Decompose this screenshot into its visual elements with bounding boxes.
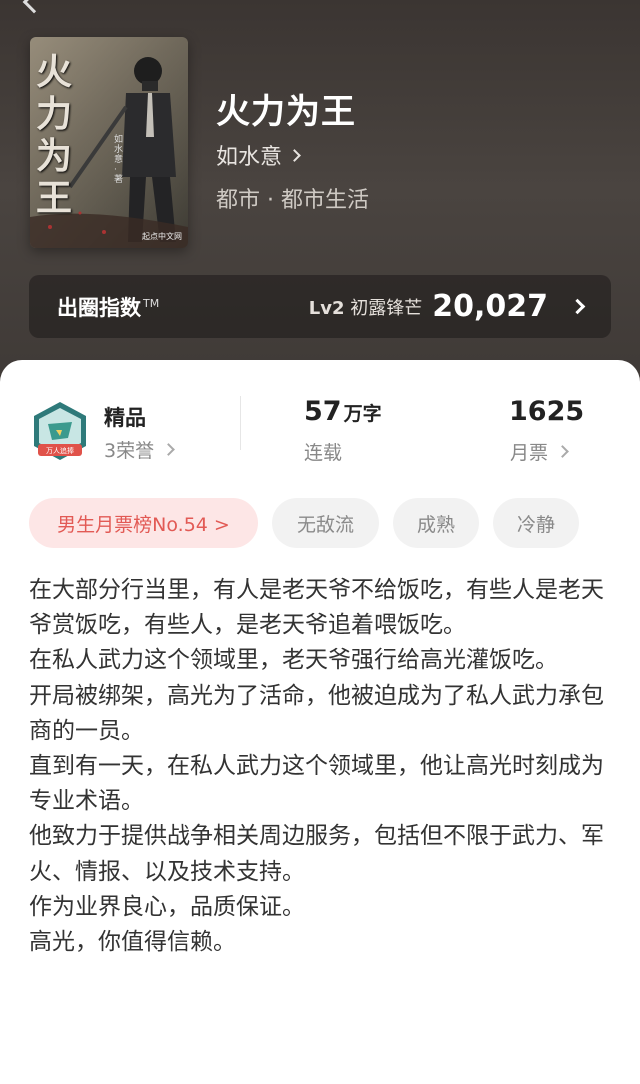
- index-value-group: Lv2 初露锋芒 20,027: [309, 289, 586, 324]
- chevron-right-icon: [569, 298, 586, 315]
- tag-calm[interactable]: 冷静: [493, 498, 579, 548]
- cover-publisher-text: 起点中文网: [142, 232, 182, 241]
- cover-author-text: 如水意 · 著: [114, 135, 124, 185]
- tag-monthly-rank[interactable]: 男生月票榜No.54 >: [29, 498, 258, 548]
- author-name: 如水意: [216, 145, 283, 170]
- index-level: Lv2 初露锋芒: [309, 294, 422, 320]
- word-count-unit: 万字: [343, 403, 382, 425]
- book-category: 都市 · 都市生活: [216, 188, 369, 213]
- stats-row: 万人追捧 精品 3荣誉 57 万字 连载 1625 月票: [0, 390, 640, 470]
- trademark-mark: TM: [143, 296, 160, 310]
- back-arrow-icon[interactable]: [22, 0, 46, 14]
- quality-badge-icon: 万人追捧: [34, 402, 86, 460]
- book-header: 火力为王 如水意 · 著 起点中文网 火力为王 如水意 都市 · 都市生活 出圈…: [0, 0, 640, 420]
- monthly-tickets-label: 月票: [510, 442, 549, 464]
- serial-status: 连载: [304, 442, 343, 464]
- index-level-name: 初露锋芒: [350, 297, 423, 319]
- cover-title-text: 火力为王: [36, 51, 73, 219]
- chevron-right-icon: [288, 148, 301, 162]
- index-value: 20,027: [432, 289, 548, 324]
- word-count-value: 57: [304, 396, 342, 427]
- index-label: 出圈指数 TM: [57, 292, 159, 322]
- monthly-tickets-link[interactable]: 月票: [510, 438, 569, 465]
- book-description: 在大部分行当里，有人是老天爷不给饭吃，有些人是老天爷赏饭吃，有些人，是老天爷追着…: [29, 573, 613, 960]
- index-level-code: Lv2: [308, 297, 345, 319]
- description-paragraph: 作为业界良心，品质保证。: [29, 893, 305, 920]
- tag-mature[interactable]: 成熟: [393, 498, 479, 548]
- book-detail-card: 万人追捧 精品 3荣誉 57 万字 连载 1625 月票 男生月票榜No.54 >…: [0, 360, 640, 1084]
- book-cover[interactable]: 火力为王 如水意 · 著 起点中文网: [30, 37, 188, 248]
- monthly-tickets-value: 1625: [509, 396, 585, 427]
- honors-count: 3荣誉: [104, 440, 155, 462]
- honors-link[interactable]: 3荣誉: [104, 436, 175, 463]
- index-label-text: 出圈指数: [57, 295, 141, 320]
- description-paragraph: 直到有一天，在私人武力这个领域里，他让高光时刻成为专业术语。: [29, 753, 604, 815]
- description-paragraph: 在大部分行当里，有人是老天爷不给饭吃，有些人是老天爷赏饭吃，有些人，是老天爷追着…: [29, 577, 604, 639]
- description-paragraph: 他致力于提供战争相关周边服务，包括但不限于武力、军火、情报、以及技术支持。: [29, 823, 604, 885]
- chevron-right-icon: [162, 443, 175, 456]
- description-paragraph: 在私人武力这个领域里，老天爷强行给高光灌饭吃。: [29, 647, 558, 674]
- word-count: 57 万字: [304, 396, 382, 427]
- quality-title: 精品: [104, 406, 146, 430]
- tag-list: 男生月票榜No.54 > 无敌流 成熟 冷静: [29, 498, 593, 548]
- description-paragraph: 高光，你值得信赖。: [29, 929, 236, 956]
- author-link[interactable]: 如水意: [216, 139, 301, 171]
- popularity-index-bar[interactable]: 出圈指数 TM Lv2 初露锋芒 20,027: [29, 275, 611, 338]
- badge-caption: 万人追捧: [46, 446, 74, 455]
- chevron-right-icon: [556, 445, 569, 458]
- stats-divider: [240, 396, 241, 450]
- tag-invincible[interactable]: 无敌流: [272, 498, 379, 548]
- book-title: 火力为王: [216, 92, 356, 132]
- description-paragraph: 开局被绑架，高光为了活命，他被迫成为了私人武力承包商的一员。: [29, 682, 604, 744]
